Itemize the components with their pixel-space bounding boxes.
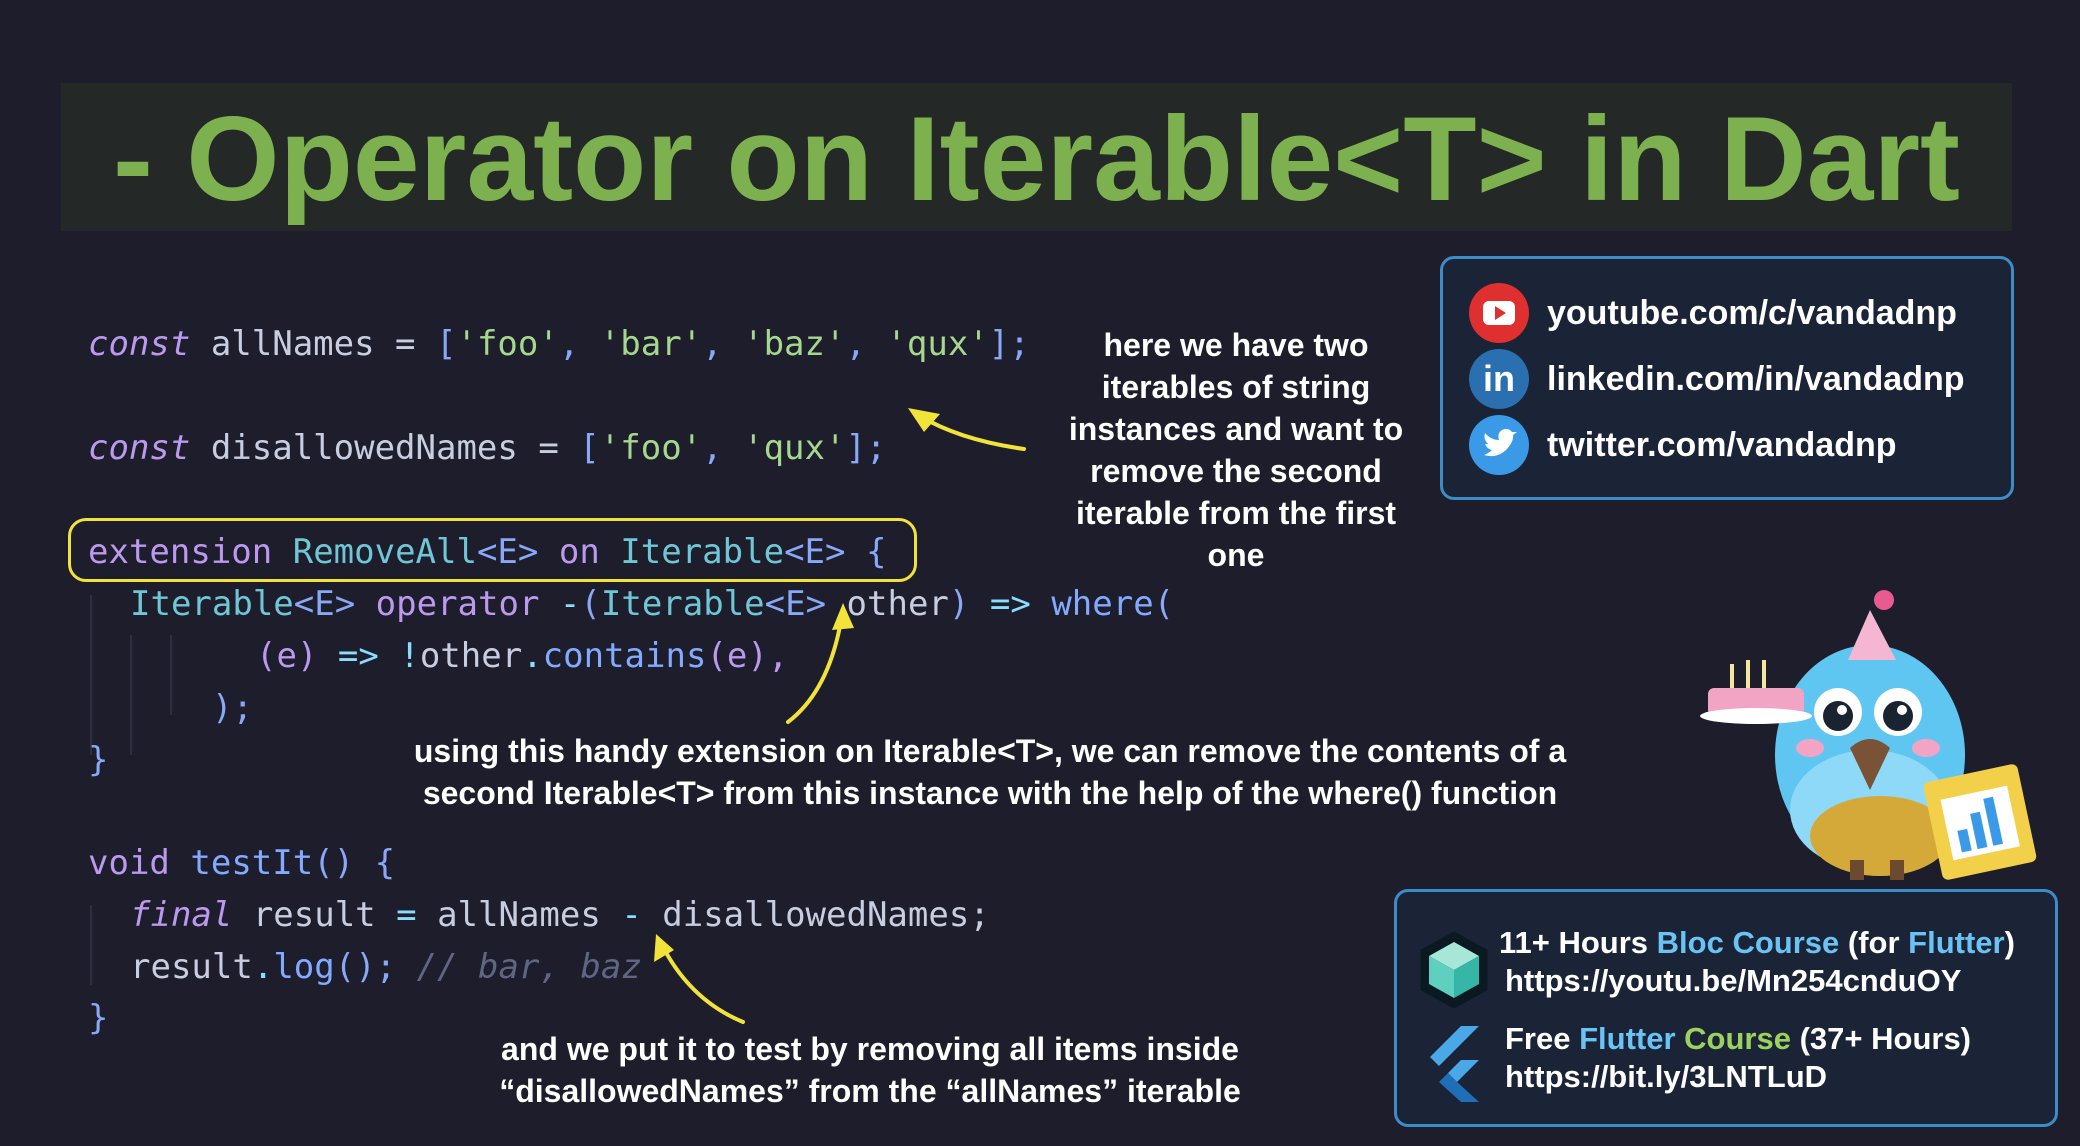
flutter-icon	[1430, 1026, 1479, 1102]
bloc-course-title: 11+ Hours Bloc Course (for Flutter)	[1499, 925, 2015, 960]
course-card: 11+ Hours Bloc Course (for Flutter) http…	[1394, 889, 2058, 1127]
flutter-course-title: Free Flutter Course (37+ Hours)	[1505, 1021, 1972, 1056]
bloc-course-link[interactable]: https://youtu.be/Mn254cnduOY	[1505, 962, 1961, 1000]
bloc-cube-icon	[1420, 931, 1488, 1009]
flutter-course-link[interactable]: https://bit.ly/3LNTLuD	[1505, 1058, 1827, 1096]
